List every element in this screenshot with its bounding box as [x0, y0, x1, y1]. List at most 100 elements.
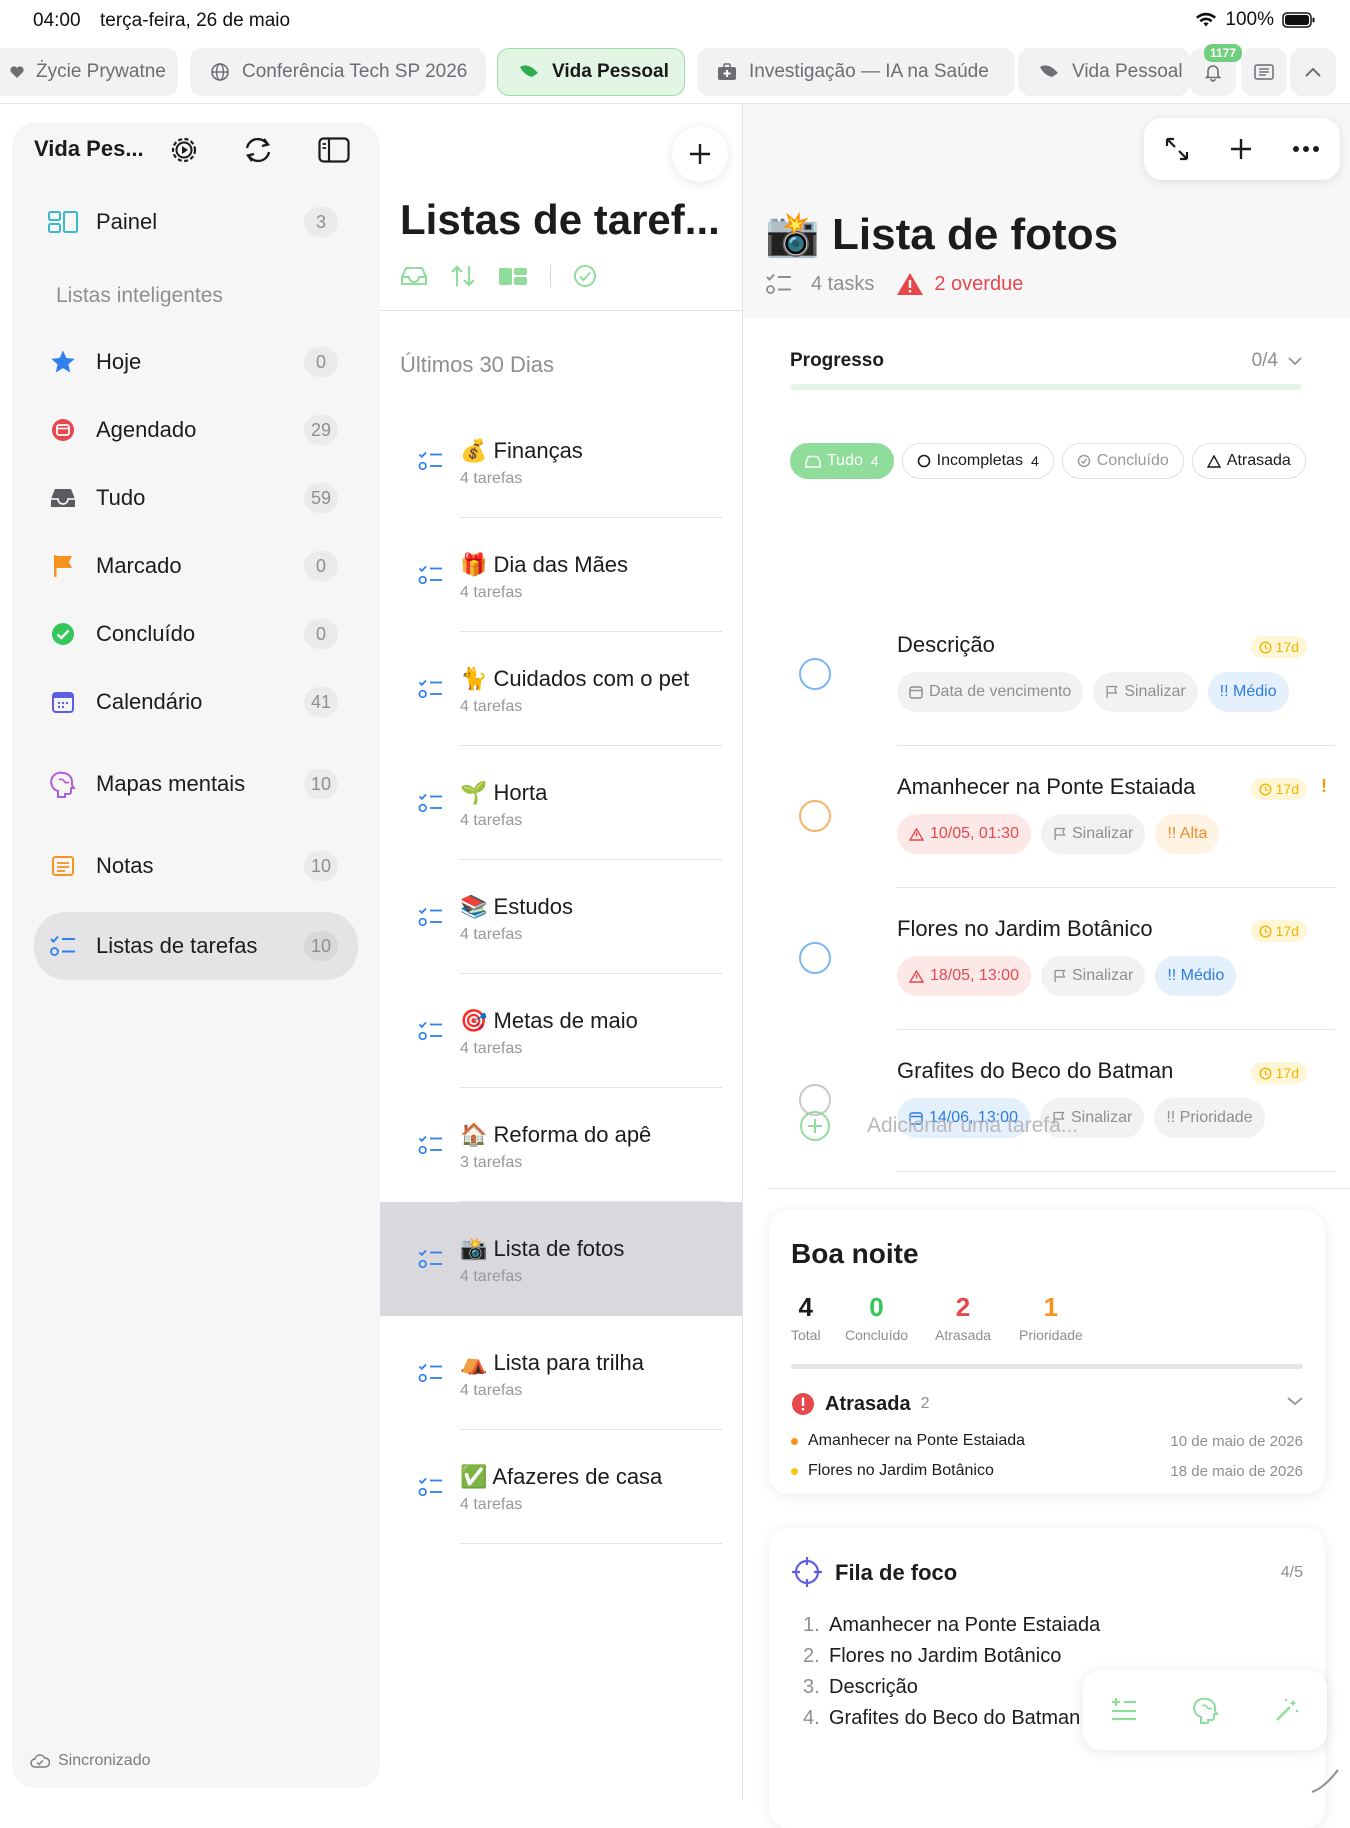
due-date-tag[interactable]: 18/05, 13:00: [897, 956, 1031, 996]
filter-chip-concluido[interactable]: Concluído: [1061, 443, 1184, 479]
flag-tag[interactable]: Sinalizar: [1040, 956, 1146, 996]
overdue-header[interactable]: Atrasada 2: [791, 1392, 930, 1416]
progress-section[interactable]: Progresso 0/4: [790, 350, 1302, 390]
focus-item[interactable]: 3. Descrição: [803, 1676, 918, 1699]
priority-tag[interactable]: !! Alta: [1155, 814, 1220, 854]
list-name: 🐈 Cuidados com o pet: [460, 666, 689, 692]
due-date-tag[interactable]: 10/05, 01:30: [897, 814, 1031, 854]
completed-filter-icon[interactable]: [573, 264, 597, 288]
sync-button[interactable]: [238, 130, 278, 170]
priority-label: !! Médio: [1219, 683, 1277, 700]
sidebar-item-listas-de-tarefas[interactable]: Listas de tarefas 10: [34, 912, 358, 980]
more-icon[interactable]: [1292, 145, 1320, 153]
overdue-item[interactable]: Amanhecer na Ponte Estaiada 10 de maio de…: [791, 1432, 1303, 1450]
list-emoji: 🌱: [460, 780, 488, 805]
focus-item[interactable]: 4. Grafites do Beco do Batman: [803, 1707, 1080, 1730]
focus-item[interactable]: 2. Flores no Jardim Botânico: [803, 1645, 1061, 1668]
sidebar-item-label: Hoje: [96, 349, 142, 374]
divider: [380, 310, 742, 311]
list-item[interactable]: ⛺ Lista para trilha 4 tarefas: [380, 1316, 742, 1430]
workspace-title[interactable]: Vida Pes...: [34, 136, 144, 162]
task-age: 17d: [1275, 639, 1299, 655]
tab-conferencia-tech[interactable]: Conferência Tech SP 2026: [190, 48, 486, 96]
list-item[interactable]: 📚 Estudos 4 tarefas: [380, 860, 742, 974]
task-checkbox[interactable]: [799, 942, 831, 974]
filter-chip-atrasada[interactable]: Atrasada: [1191, 443, 1306, 479]
gear-icon: [169, 135, 199, 165]
plus-icon[interactable]: [1229, 137, 1253, 161]
sidebar-item-agendado[interactable]: Agendado 29: [34, 398, 358, 462]
sidebar-item-tudo[interactable]: Tudo 59: [34, 466, 358, 530]
collapse-tabs-button[interactable]: [1290, 48, 1336, 96]
list-item[interactable]: 📸 Lista de fotos 4 tarefas: [380, 1202, 742, 1316]
status-date: terça-feira, 26 de maio: [100, 10, 291, 31]
task-row[interactable]: Amanhecer na Ponte Estaiada 17d! 10/05, 01…: [790, 746, 1335, 888]
list-name: 💰 Finanças: [460, 438, 583, 464]
list-item[interactable]: 💰 Finanças 4 tarefas: [380, 404, 742, 518]
stat: 2 Atrasada: [935, 1292, 991, 1343]
filter-chip-incompletas[interactable]: Incompletas 4: [901, 443, 1054, 479]
brain-icon[interactable]: [1193, 1696, 1219, 1724]
list-item[interactable]: 🌱 Horta 4 tarefas: [380, 746, 742, 860]
sidebar-item-concluido[interactable]: Concluído 0: [34, 602, 358, 666]
focus-item-name: Descrição: [829, 1676, 918, 1698]
list-name-text: Horta: [493, 780, 548, 805]
inbox-filter-icon[interactable]: [400, 265, 428, 287]
chevron-down-icon[interactable]: [1287, 1396, 1303, 1406]
progress-label: Progresso: [790, 350, 884, 371]
sidebar-item-hoje[interactable]: Hoje 0: [34, 330, 358, 394]
priority-tag[interactable]: !! Médio: [1155, 956, 1237, 996]
warning-icon: [1206, 454, 1221, 468]
task-row[interactable]: Descrição 17d Data de vencimento Sinalizar!…: [790, 604, 1335, 746]
checklist-icon: [46, 929, 80, 963]
tab-investigacao[interactable]: Investigação — IA na Saúde: [697, 48, 1015, 96]
tab-zycie-prywatne[interactable]: Życie Prywatne: [0, 48, 178, 96]
reader-button[interactable]: [1241, 48, 1287, 96]
task-row[interactable]: Grafites do Beco do Batman 17d 14/06, 13:0…: [790, 1030, 1335, 1172]
chip-label: Atrasada: [1226, 452, 1291, 469]
tab-vida-pessoal-active[interactable]: Vida Pessoal: [497, 48, 685, 96]
sidebar-item-marcado[interactable]: Marcado 0: [34, 534, 358, 598]
expand-icon[interactable]: [1164, 136, 1190, 162]
priority-tag[interactable]: !! Prioridade: [1154, 1098, 1265, 1138]
list-name: ✅ Afazeres de casa: [460, 1464, 662, 1490]
sidebar-item-mapas-mentais[interactable]: Mapas mentais 10: [34, 752, 358, 816]
sidebar-item-calendario[interactable]: Calendário 41: [34, 670, 358, 734]
focus-item[interactable]: 1. Amanhecer na Ponte Estaiada: [803, 1614, 1100, 1637]
detail-toolbar: [1144, 118, 1340, 180]
flag-tag[interactable]: Sinalizar: [1040, 814, 1146, 854]
magic-wand-icon[interactable]: [1274, 1697, 1300, 1723]
task-row[interactable]: Flores no Jardim Botânico 17d 18/05, 13:00…: [790, 888, 1335, 1030]
task-tags: Data de vencimento Sinalizar !! Médio: [897, 672, 1289, 712]
list-item[interactable]: 🎁 Dia das Mães 4 tarefas: [380, 518, 742, 632]
task-checkbox[interactable]: [799, 658, 831, 690]
task-checkbox[interactable]: [799, 800, 831, 832]
notifications-badge: 1177: [1204, 44, 1243, 62]
settings-button[interactable]: [164, 130, 204, 170]
add-list-button[interactable]: [672, 126, 728, 182]
list-item[interactable]: ✅ Afazeres de casa 4 tarefas: [380, 1430, 742, 1544]
sort-icon[interactable]: [450, 264, 476, 288]
priority-tag[interactable]: !! Médio: [1207, 672, 1289, 712]
list-subtitle: 4 tarefas: [460, 812, 523, 829]
task-age-badge: 17d: [1250, 920, 1307, 942]
due-date-tag[interactable]: Data de vencimento: [897, 672, 1084, 712]
tab-vida-pessoal[interactable]: Vida Pessoal: [1018, 48, 1190, 96]
focus-item-name: Grafites do Beco do Batman: [829, 1707, 1081, 1729]
sidebar-item-painel[interactable]: Painel 3: [34, 190, 358, 254]
list-subtitle: 4 tarefas: [460, 926, 523, 943]
overdue-item[interactable]: Flores no Jardim Botânico 18 de maio de 2…: [791, 1462, 1303, 1480]
list-item[interactable]: 🐈 Cuidados com o pet 4 tarefas: [380, 632, 742, 746]
add-task-row[interactable]: Adicionar uma tarefa...: [790, 1110, 1078, 1142]
sidebar-item-label: Listas de tarefas: [96, 933, 258, 958]
list-emoji: 🐈: [460, 666, 488, 691]
filter-chip-tudo[interactable]: Tudo 4: [790, 443, 894, 479]
list-item[interactable]: 🎯 Metas de maio 4 tarefas: [380, 974, 742, 1088]
sidebar-item-notas[interactable]: Notas 10: [34, 834, 358, 898]
list-item[interactable]: 🏠 Reforma do apê 3 tarefas: [380, 1088, 742, 1202]
flag-tag[interactable]: Sinalizar: [1093, 672, 1198, 712]
checklist-add-icon[interactable]: [1110, 1697, 1138, 1723]
layout-icon[interactable]: [498, 265, 528, 287]
toggle-sidebar-button[interactable]: [314, 130, 354, 170]
list-subtitle: 4 tarefas: [460, 1496, 523, 1513]
